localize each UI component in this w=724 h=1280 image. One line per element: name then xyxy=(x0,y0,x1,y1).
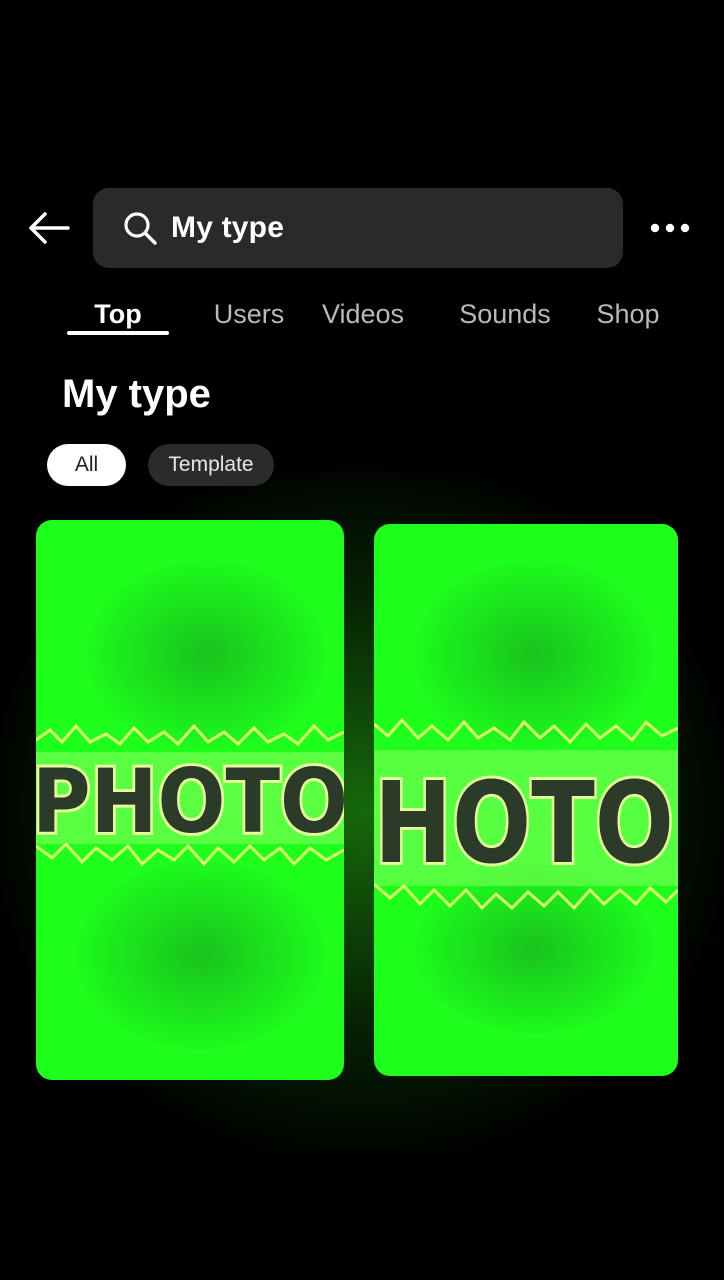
card-overlay-text: PHOTO xyxy=(36,750,344,853)
active-tab-indicator xyxy=(67,331,169,335)
search-query-text: My type xyxy=(171,211,285,244)
filter-chip-template[interactable]: Template xyxy=(148,444,274,486)
search-icon xyxy=(121,209,159,247)
more-horizontal-icon xyxy=(650,223,690,233)
search-input[interactable]: My type xyxy=(93,188,623,268)
filter-chip-all[interactable]: All xyxy=(47,444,126,486)
results-title: My type xyxy=(62,372,211,416)
tab-sounds[interactable]: Sounds xyxy=(446,288,564,340)
tab-videos[interactable]: Videos xyxy=(312,288,414,340)
tab-shop[interactable]: Shop xyxy=(586,288,670,340)
back-button[interactable] xyxy=(22,204,74,252)
video-card[interactable]: HOTO xyxy=(374,524,678,1076)
video-card[interactable]: PHOTO xyxy=(36,520,344,1080)
search-results-screen: My type Top Users Videos Sounds Shop My … xyxy=(0,0,724,1280)
result-tabs: Top Users Videos Sounds Shop xyxy=(0,288,724,348)
arrow-left-icon xyxy=(29,212,70,244)
tab-users[interactable]: Users xyxy=(200,288,298,340)
more-options-button[interactable] xyxy=(644,206,696,250)
card-overlay-text: HOTO xyxy=(374,759,674,889)
photo-text-art: HOTO xyxy=(374,717,678,911)
photo-text-art: PHOTO xyxy=(36,723,344,867)
